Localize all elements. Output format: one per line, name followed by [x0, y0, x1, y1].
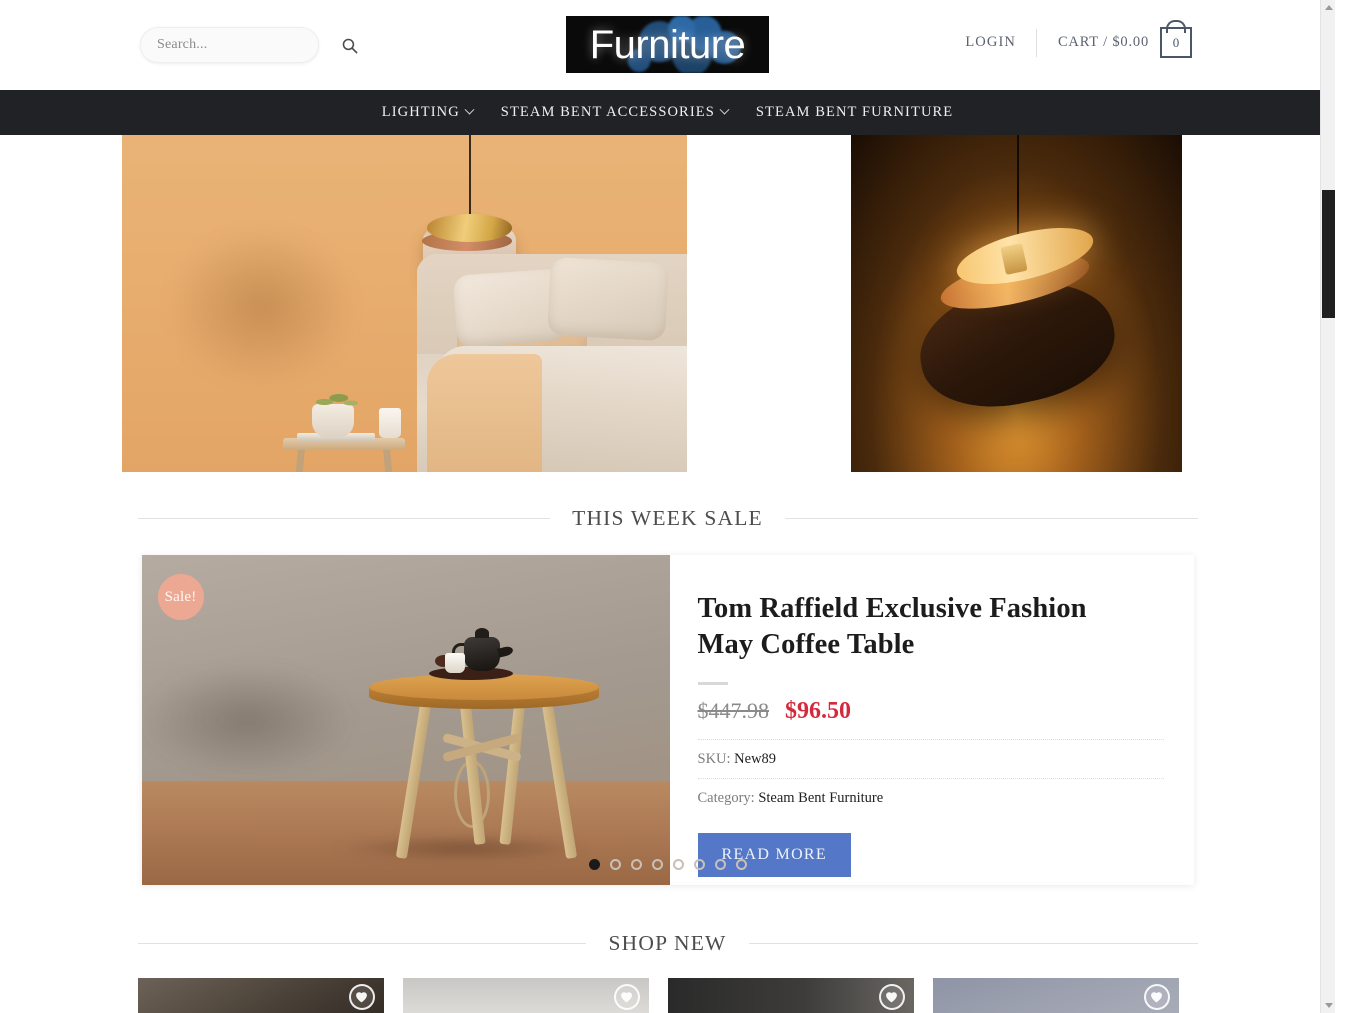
divider-left [137, 518, 551, 519]
wall-shadow [167, 227, 357, 387]
hero-image-pendant-lamp[interactable] [851, 135, 1182, 472]
sale-price: $96.50 [785, 698, 851, 725]
hero-banner-row [0, 135, 1335, 480]
divider-right [748, 943, 1198, 944]
search-input[interactable] [141, 37, 341, 53]
dark-lamp-scene [851, 135, 1182, 472]
read-more-button[interactable]: READ MORE [697, 833, 851, 878]
section-title: SHOP NEW [608, 931, 727, 955]
lamp-cord [469, 135, 471, 223]
table-shadow [331, 835, 592, 861]
background-blur [141, 665, 352, 775]
heart-icon [1151, 992, 1162, 1003]
cart-link[interactable]: CART / $0.00 [1037, 34, 1160, 51]
sale-product-image[interactable]: Sale! [141, 555, 670, 885]
wishlist-button[interactable] [878, 984, 905, 1010]
scroll-down-button[interactable] [1321, 998, 1335, 1013]
carousel-dots [142, 859, 1194, 870]
heart-icon [886, 992, 897, 1003]
logo-text: Furniture [589, 22, 746, 67]
lamp-cord [1016, 135, 1019, 245]
bedroom-scene [122, 135, 687, 472]
wishlist-button[interactable] [613, 984, 640, 1010]
carousel-dot-8[interactable] [735, 859, 747, 870]
throw-blanket [427, 354, 542, 472]
chevron-up-icon [1324, 5, 1333, 10]
carousel-dot-7[interactable] [714, 859, 726, 870]
search-box[interactable] [140, 27, 358, 63]
cart-count-badge: 0 [1172, 34, 1180, 50]
sku-row: SKU: New89 [697, 739, 1164, 778]
scrollbar-thumb[interactable] [1322, 190, 1335, 318]
login-link[interactable]: LOGIN [965, 34, 1036, 51]
nav-item-label: STEAM BENT FURNITURE [755, 104, 954, 120]
section-title: THIS WEEK SALE [572, 506, 763, 530]
product-card[interactable] [932, 978, 1179, 1013]
category-label: Category: [697, 790, 755, 807]
sku-value: New89 [734, 751, 777, 768]
pillow [547, 256, 669, 342]
product-card[interactable] [402, 978, 649, 1013]
carousel-dot-2[interactable] [609, 859, 621, 870]
chevron-down-icon [1324, 1003, 1333, 1008]
product-card[interactable] [667, 978, 914, 1013]
nav-item-lighting[interactable]: LIGHTING [368, 104, 487, 121]
carousel-dot-1[interactable] [588, 859, 600, 870]
search-icon [342, 38, 358, 53]
sale-product-details: Tom Raffield Exclusive Fashion May Coffe… [670, 555, 1194, 885]
site-logo[interactable]: Furniture [566, 16, 769, 73]
nav-item-steam-bent-furniture[interactable]: STEAM BENT FURNITURE [742, 104, 967, 121]
shop-new-card-row [137, 978, 1198, 1013]
sku-label: SKU: [697, 751, 731, 768]
chevron-down-icon [719, 104, 730, 115]
carousel-dot-6[interactable] [693, 859, 705, 870]
cup [379, 408, 401, 438]
title-underline [697, 682, 728, 686]
vertical-scrollbar[interactable] [1320, 0, 1335, 1013]
teapot [463, 628, 500, 671]
carousel-dot-5[interactable] [672, 859, 684, 870]
shopping-bag-icon[interactable]: 0 [1160, 27, 1192, 58]
page-root: Furniture LOGIN CART / $0.00 0 LIGHTING … [0, 0, 1335, 1013]
plant-icon [310, 390, 358, 410]
nav-item-label: STEAM BENT ACCESSORIES [500, 104, 715, 120]
heart-icon [356, 992, 367, 1003]
divider-left [137, 943, 587, 944]
sale-product-card: Sale! Tom Raffield Exclusive Fashion May… [141, 555, 1194, 885]
wishlist-button[interactable] [1143, 984, 1170, 1010]
header-actions: LOGIN CART / $0.00 0 [965, 27, 1192, 58]
nav-item-steam-bent-accessories[interactable]: STEAM BENT ACCESSORIES [487, 104, 742, 121]
category-row: Category: Steam Bent Furniture [697, 778, 1164, 817]
wishlist-button[interactable] [348, 984, 375, 1010]
chevron-down-icon [464, 104, 475, 115]
category-value[interactable]: Steam Bent Furniture [758, 790, 883, 806]
pendant-lamp-gold-top [427, 214, 512, 242]
search-button[interactable] [341, 28, 358, 62]
carousel-dot-4[interactable] [651, 859, 663, 870]
main-navigation: LIGHTING STEAM BENT ACCESSORIES STEAM BE… [0, 90, 1335, 135]
site-header: Furniture LOGIN CART / $0.00 0 [0, 0, 1335, 90]
heart-icon [621, 992, 632, 1003]
hero-image-bedroom[interactable] [122, 135, 687, 472]
original-price: $447.98 [697, 698, 770, 724]
sale-badge: Sale! [157, 574, 204, 620]
product-title: Tom Raffield Exclusive Fashion May Coffe… [697, 593, 1087, 660]
price-row: $447.98 $96.50 [698, 698, 1164, 739]
section-header-this-week-sale: THIS WEEK SALE [137, 506, 1198, 531]
carousel-dot-3[interactable] [630, 859, 642, 870]
product-card[interactable] [137, 978, 384, 1013]
nav-item-label: LIGHTING [381, 104, 460, 120]
section-header-shop-new: SHOP NEW [137, 931, 1198, 956]
teacup [444, 653, 465, 673]
divider-right [784, 518, 1198, 519]
scroll-up-button[interactable] [1321, 0, 1335, 15]
